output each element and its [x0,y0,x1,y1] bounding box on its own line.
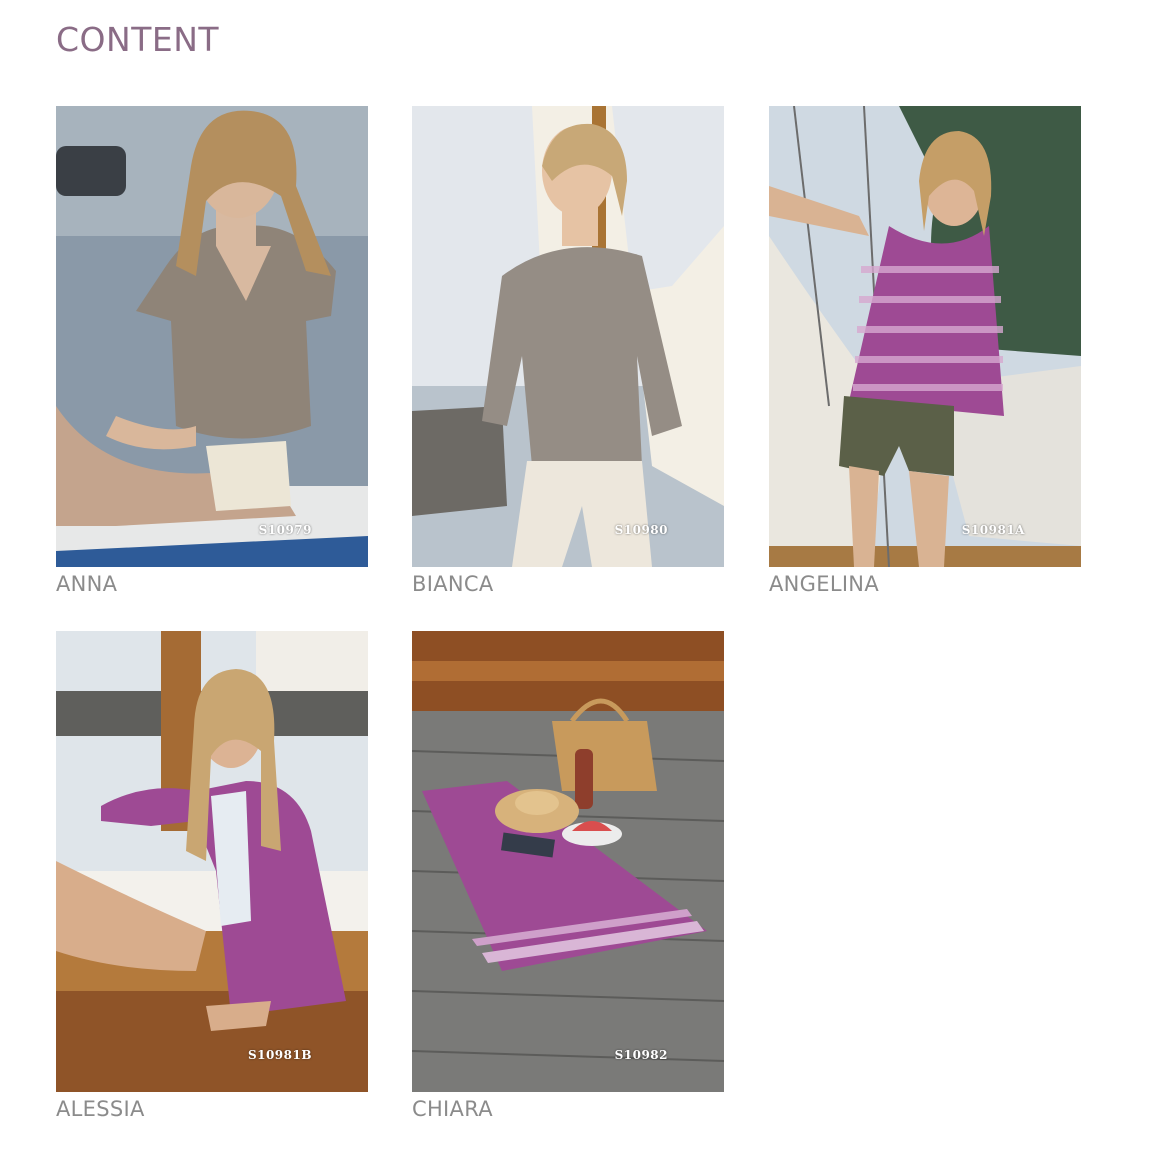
pattern-code: S10979 [258,523,312,537]
caption-angelina[interactable]: ANGELINA [769,572,879,596]
pattern-card-bianca[interactable]: S10980 BIANCA [412,106,724,596]
alessia-image [56,631,368,1092]
anna-image [56,106,368,567]
page-title: CONTENT [56,20,220,59]
caption-anna[interactable]: ANNA [56,572,117,596]
pattern-code: S10981B [247,1048,312,1062]
angelina-image [769,106,1081,567]
photo-chiara[interactable]: S10982 [412,631,724,1092]
pattern-code: S10980 [614,523,668,537]
caption-alessia[interactable]: ALESSIA [56,1097,145,1121]
pattern-code: S10982 [614,1048,668,1062]
pattern-card-alessia[interactable]: S10981B ALESSIA [56,631,368,1121]
photo-anna[interactable]: S10979 [56,106,368,567]
pattern-card-angelina[interactable]: S10981A ANGELINA [769,106,1081,596]
bianca-image [412,106,724,567]
photo-alessia[interactable]: S10981B [56,631,368,1092]
pattern-card-chiara[interactable]: S10982 CHIARA [412,631,724,1121]
photo-angelina[interactable]: S10981A [769,106,1081,567]
photo-bianca[interactable]: S10980 [412,106,724,567]
chiara-image [412,631,724,1092]
pattern-code: S10981A [961,523,1025,537]
caption-bianca[interactable]: BIANCA [412,572,494,596]
caption-chiara[interactable]: CHIARA [412,1097,493,1121]
pattern-card-anna[interactable]: S10979 ANNA [56,106,368,596]
